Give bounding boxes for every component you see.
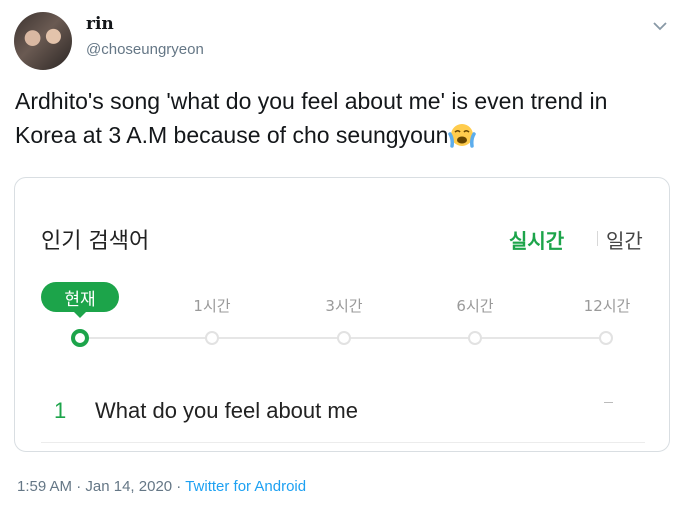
meta-separator: · bbox=[172, 478, 186, 495]
tweet-time[interactable]: 1:59 AM bbox=[17, 478, 72, 495]
tab-realtime[interactable]: 실시간 bbox=[509, 225, 564, 254]
ranking-row[interactable]: 1 What do you feel about me – bbox=[41, 378, 645, 428]
crying-face-icon bbox=[448, 122, 477, 148]
tweet-meta: 1:59 AM · Jan 14, 2020 · Twitter for And… bbox=[17, 478, 306, 495]
card-title: 인기 검색어 bbox=[41, 229, 150, 254]
trending-card[interactable]: 인기 검색어 실시간 일간 현재 1시간 3시간 6시간 12시간 1 What… bbox=[14, 177, 670, 452]
now-badge[interactable]: 현재 bbox=[41, 282, 119, 318]
time-label-1h[interactable]: 1시간 bbox=[193, 295, 230, 316]
tweet-body: Ardhito's song 'what do you feel about m… bbox=[15, 88, 608, 148]
avatar[interactable] bbox=[14, 12, 72, 70]
time-label-6h[interactable]: 6시간 bbox=[456, 295, 493, 316]
time-label-12h[interactable]: 12시간 bbox=[584, 295, 631, 316]
time-label-3h[interactable]: 3시간 bbox=[325, 295, 362, 316]
rank-term[interactable]: What do you feel about me bbox=[95, 398, 358, 424]
tab-divider bbox=[597, 231, 598, 246]
user-handle[interactable]: @choseungryeon bbox=[86, 41, 204, 58]
meta-separator: · bbox=[72, 478, 86, 495]
timeline-dot-3h[interactable] bbox=[337, 331, 351, 345]
chevron-down-icon[interactable] bbox=[650, 16, 670, 36]
timeline-dot-12h[interactable] bbox=[599, 331, 613, 345]
tweet-source-link[interactable]: Twitter for Android bbox=[185, 478, 306, 495]
timeline-dot-now[interactable] bbox=[71, 329, 89, 347]
timeline-dot-1h[interactable] bbox=[205, 331, 219, 345]
rank-change: – bbox=[604, 402, 613, 403]
tweet-date[interactable]: Jan 14, 2020 bbox=[85, 478, 172, 495]
tab-daily[interactable]: 일간 bbox=[606, 225, 643, 254]
row-divider bbox=[41, 442, 645, 443]
display-name[interactable]: rin bbox=[86, 14, 114, 34]
timeline-dot-6h[interactable] bbox=[468, 331, 482, 345]
tweet-text: Ardhito's song 'what do you feel about m… bbox=[15, 84, 675, 152]
rank-number: 1 bbox=[54, 398, 67, 423]
